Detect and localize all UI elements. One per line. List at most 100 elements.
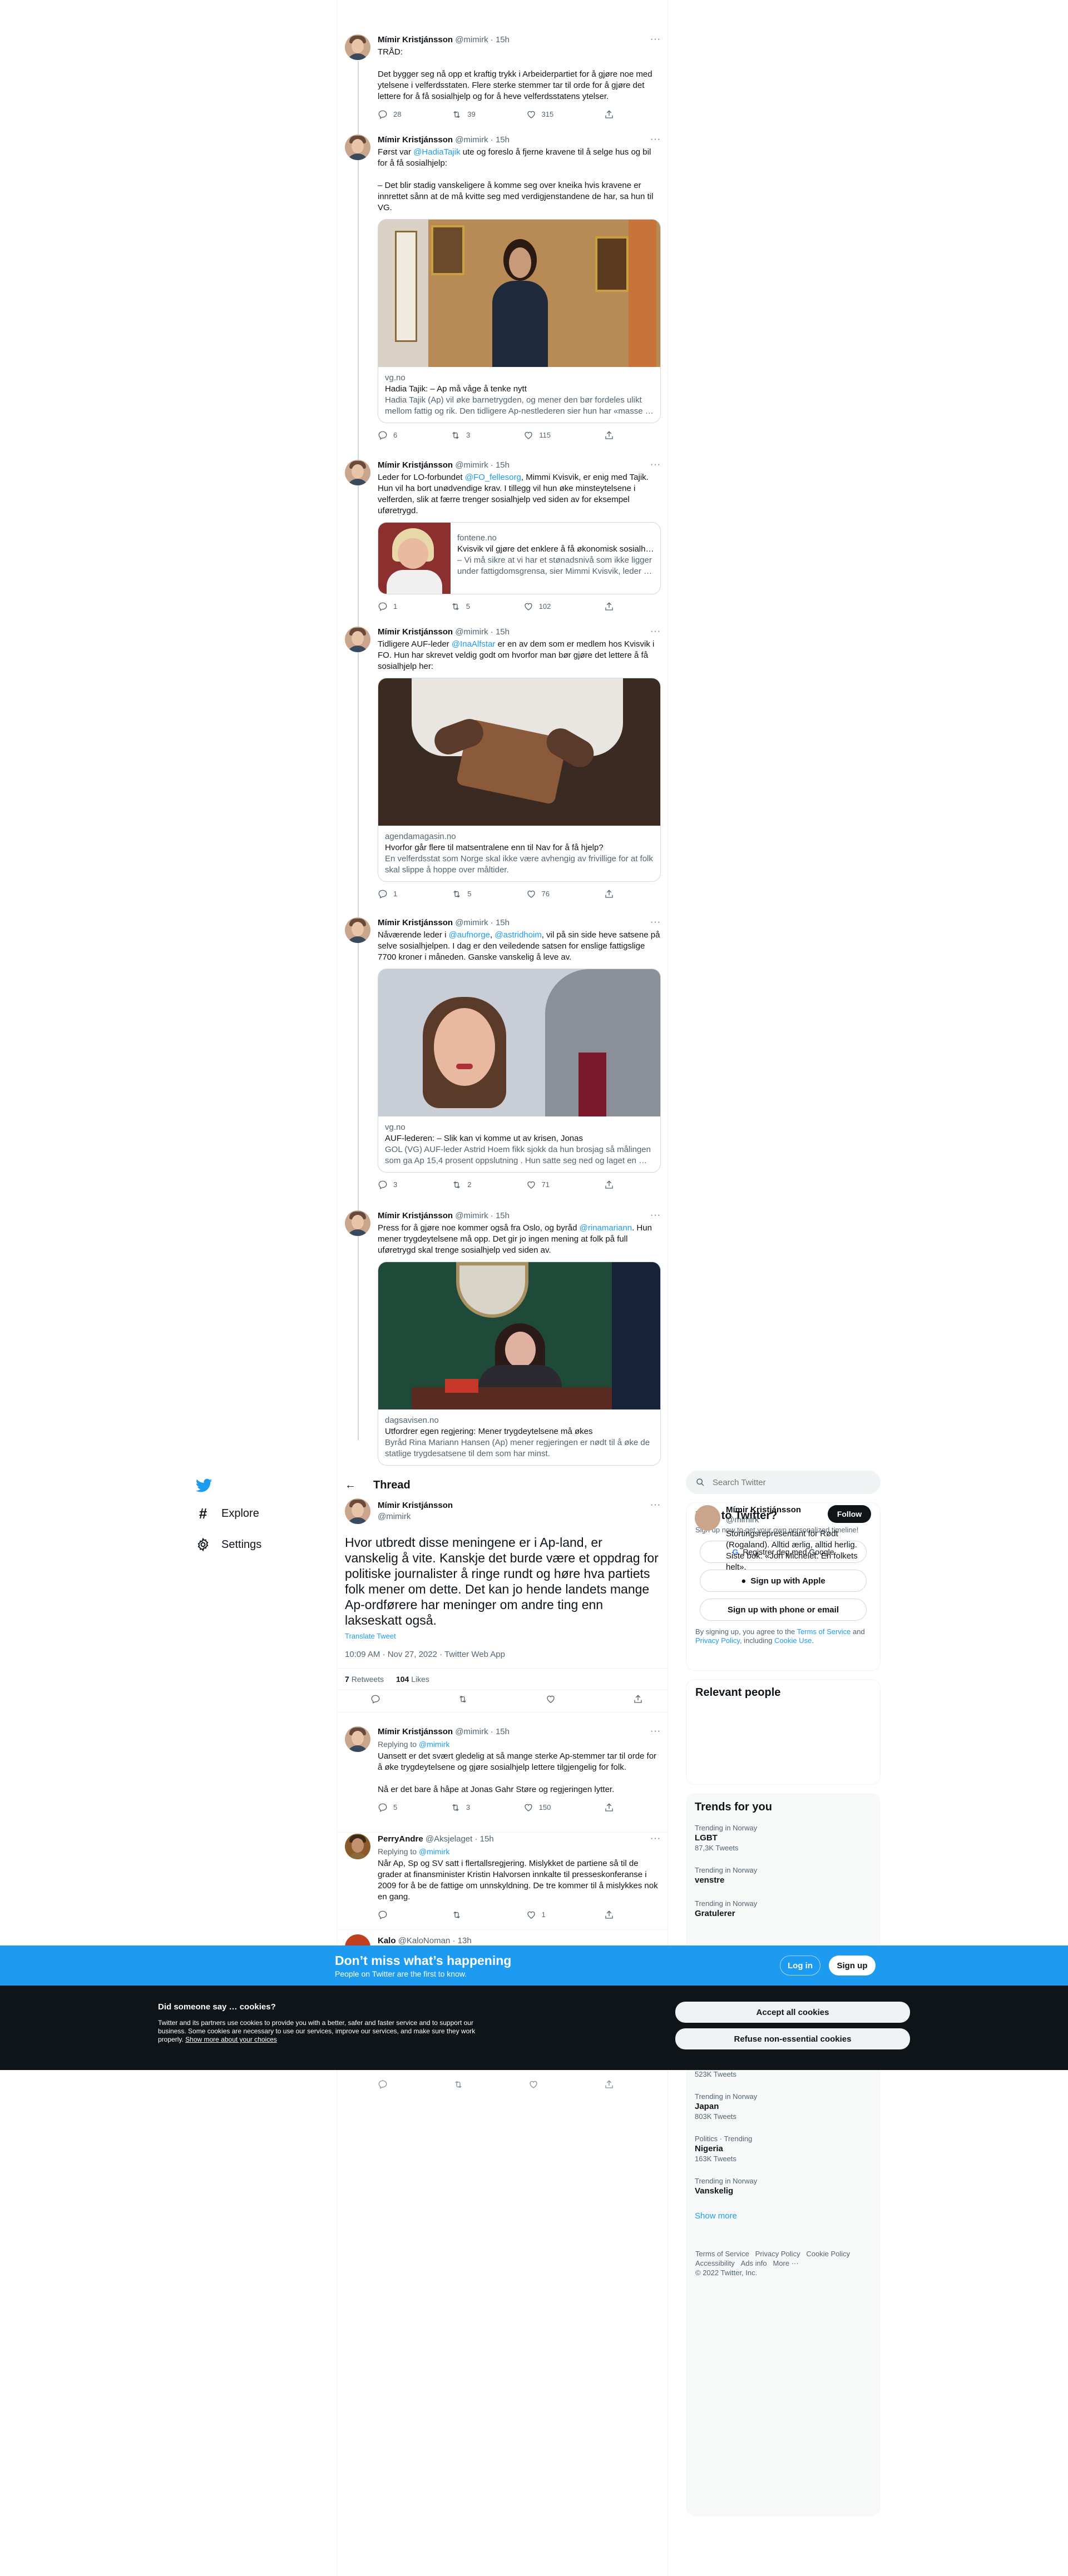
trend-item[interactable]: 523K Tweets — [695, 2070, 873, 2086]
tweet-time[interactable]: 15h — [496, 1211, 510, 1220]
mention-link[interactable]: @InaAlfstar — [452, 639, 496, 649]
reply-button[interactable] — [378, 1909, 393, 1920]
retweets-count[interactable]: 7 — [345, 1675, 349, 1684]
share-button[interactable] — [604, 1909, 614, 1920]
link-card[interactable]: vg.no Hadia Tajik: – Ap må våge å tenke … — [378, 219, 661, 423]
refuse-cookies-button[interactable]: Refuse non-essential cookies — [675, 2028, 910, 2049]
tweet-time[interactable]: 15h — [496, 135, 510, 145]
like-button[interactable]: 115 — [523, 430, 551, 441]
reply-button[interactable]: 1 — [378, 889, 397, 900]
share-icon[interactable] — [633, 1694, 643, 1704]
author-name[interactable]: Mímir Kristjánsson — [378, 627, 453, 637]
more-icon[interactable]: ··· — [650, 1726, 661, 1736]
trend-item[interactable]: Trending in Norway Gratulerer — [695, 1893, 872, 1926]
author-name[interactable]: Mímir Kristjánsson — [378, 135, 453, 145]
heart-icon[interactable] — [546, 1694, 556, 1704]
retweet-button[interactable]: 2 — [452, 1179, 471, 1190]
login-button[interactable]: Log in — [780, 1955, 820, 1976]
thread-tweet[interactable]: Mímir Kristjánsson @mimirk · 15h ··· TRÅ… — [337, 33, 669, 128]
footer-terms[interactable]: Terms of Service — [695, 2250, 749, 2258]
author-name[interactable]: Kalo — [378, 1936, 396, 1945]
more-icon[interactable]: ··· — [650, 1210, 661, 1220]
tweet-time[interactable]: 15h — [496, 918, 510, 927]
reply-button[interactable]: 1 — [378, 601, 397, 612]
avatar[interactable] — [345, 1834, 370, 1859]
show-more-link[interactable]: Show more — [695, 2203, 873, 2228]
avatar[interactable] — [345, 34, 370, 60]
mention-link[interactable]: @HadiaTajik — [413, 147, 460, 157]
link-card[interactable]: fontene.no Kvisvik vil gjøre det enklere… — [378, 522, 661, 594]
mention-link[interactable]: @FO_fellesorg — [465, 473, 521, 482]
mention-link[interactable]: @rinamariann — [580, 1223, 632, 1233]
reply-tweet[interactable]: Mímir Kristjánsson @mimirk · 15h ··· Rep… — [337, 1726, 669, 1821]
share-button[interactable] — [604, 601, 614, 612]
retweet-button[interactable]: 5 — [451, 601, 470, 612]
phone-signup-button[interactable]: Sign up with phone or email — [700, 1599, 867, 1621]
tweet-time[interactable]: 13h — [458, 1936, 472, 1945]
author-name[interactable]: Mímir Kristjánsson — [378, 1500, 453, 1511]
more-icon[interactable]: ··· — [650, 1500, 661, 1510]
tweet-time[interactable]: 15h — [496, 35, 510, 44]
mention-link[interactable]: @mimirk — [419, 1740, 449, 1749]
retweet-button[interactable]: 3 — [451, 430, 470, 441]
link-card[interactable]: agendamagasin.no Hvorfor går flere til m… — [378, 678, 661, 882]
reply-button[interactable]: 3 — [378, 1179, 397, 1190]
nav-settings[interactable]: Settings — [195, 1529, 334, 1560]
like-button[interactable]: 315 — [526, 109, 553, 120]
more-icon[interactable]: ··· — [650, 34, 661, 44]
avatar[interactable] — [345, 460, 370, 485]
like-button[interactable]: 1 — [526, 1909, 546, 1920]
like-button[interactable]: 150 — [523, 1802, 551, 1813]
author-name[interactable]: Mímir Kristjánsson — [378, 460, 453, 470]
footer-privacy[interactable]: Privacy Policy — [755, 2250, 800, 2258]
retweet-button[interactable]: 39 — [452, 109, 476, 120]
reply-icon[interactable] — [370, 1694, 380, 1704]
avatar[interactable] — [345, 1498, 370, 1524]
retweets-label[interactable]: Retweets — [352, 1675, 384, 1684]
mention-link[interactable]: @mimirk — [419, 1847, 449, 1856]
link-card[interactable]: vg.no AUF-lederen: – Slik kan vi komme u… — [378, 969, 661, 1173]
thread-tweet[interactable]: Mímir Kristjánsson @mimirk · 15h ··· Led… — [337, 459, 669, 620]
translate-link[interactable]: Translate Tweet — [345, 1632, 396, 1640]
trend-item[interactable]: Trending in Norway venstre — [695, 1859, 872, 1893]
nav-explore[interactable]: # Explore — [195, 1498, 334, 1529]
author-name[interactable]: PerryAndre — [378, 1834, 423, 1844]
apple-signup-button[interactable]: ● Sign up with Apple — [700, 1570, 867, 1592]
share-button[interactable] — [604, 889, 614, 900]
thread-tweet[interactable]: Mímir Kristjánsson @mimirk · 15h ··· Før… — [337, 133, 669, 450]
more-icon[interactable]: ··· — [650, 1834, 661, 1844]
tweet-time[interactable]: 15h — [480, 1834, 494, 1844]
footer-cookie[interactable]: Cookie Policy — [806, 2250, 850, 2258]
reply-button[interactable]: 6 — [378, 430, 397, 441]
retweet-icon[interactable] — [458, 1694, 468, 1704]
share-button[interactable] — [604, 109, 614, 120]
retweet-button[interactable]: 3 — [451, 1802, 470, 1813]
avatar[interactable] — [345, 917, 370, 943]
tweet-time[interactable]: 15h — [496, 627, 510, 637]
more-icon[interactable]: ··· — [650, 460, 661, 470]
footer-more[interactable]: More ··· — [773, 2259, 798, 2267]
trend-item[interactable]: Politics · Trending Nigeria 163K Tweets — [695, 2128, 873, 2170]
trend-item[interactable]: Trending in Norway Vanskelig — [695, 2170, 873, 2203]
trend-item[interactable]: Trending in Norway Japan 803K Tweets — [695, 2086, 873, 2128]
retweet-icon[interactable] — [453, 2079, 463, 2089]
tweet-timestamp[interactable]: 10:09 AM · Nov 27, 2022 · Twitter Web Ap… — [345, 1650, 505, 1659]
likes-label[interactable]: Likes — [411, 1675, 429, 1684]
more-icon[interactable]: ··· — [650, 917, 661, 927]
footer-ads[interactable]: Ads info — [741, 2259, 767, 2267]
share-button[interactable] — [604, 1179, 614, 1190]
avatar[interactable] — [695, 1505, 720, 1531]
search-input[interactable] — [713, 1477, 857, 1487]
search-box[interactable] — [686, 1471, 881, 1494]
back-arrow-icon[interactable]: ← — [345, 1479, 356, 1492]
author-name[interactable]: Mímir Kristjánsson — [378, 35, 453, 44]
more-icon[interactable]: ··· — [650, 135, 661, 145]
follow-button[interactable]: Follow — [828, 1505, 871, 1523]
reply-icon[interactable] — [378, 2079, 388, 2089]
accept-cookies-button[interactable]: Accept all cookies — [675, 2002, 910, 2023]
footer-accessibility[interactable]: Accessibility — [695, 2259, 735, 2267]
share-icon[interactable] — [604, 2079, 614, 2089]
like-button[interactable]: 71 — [526, 1179, 550, 1190]
author-name[interactable]: Mímir Kristjánsson — [378, 918, 453, 927]
terms-link[interactable]: Terms of Service — [797, 1627, 851, 1636]
